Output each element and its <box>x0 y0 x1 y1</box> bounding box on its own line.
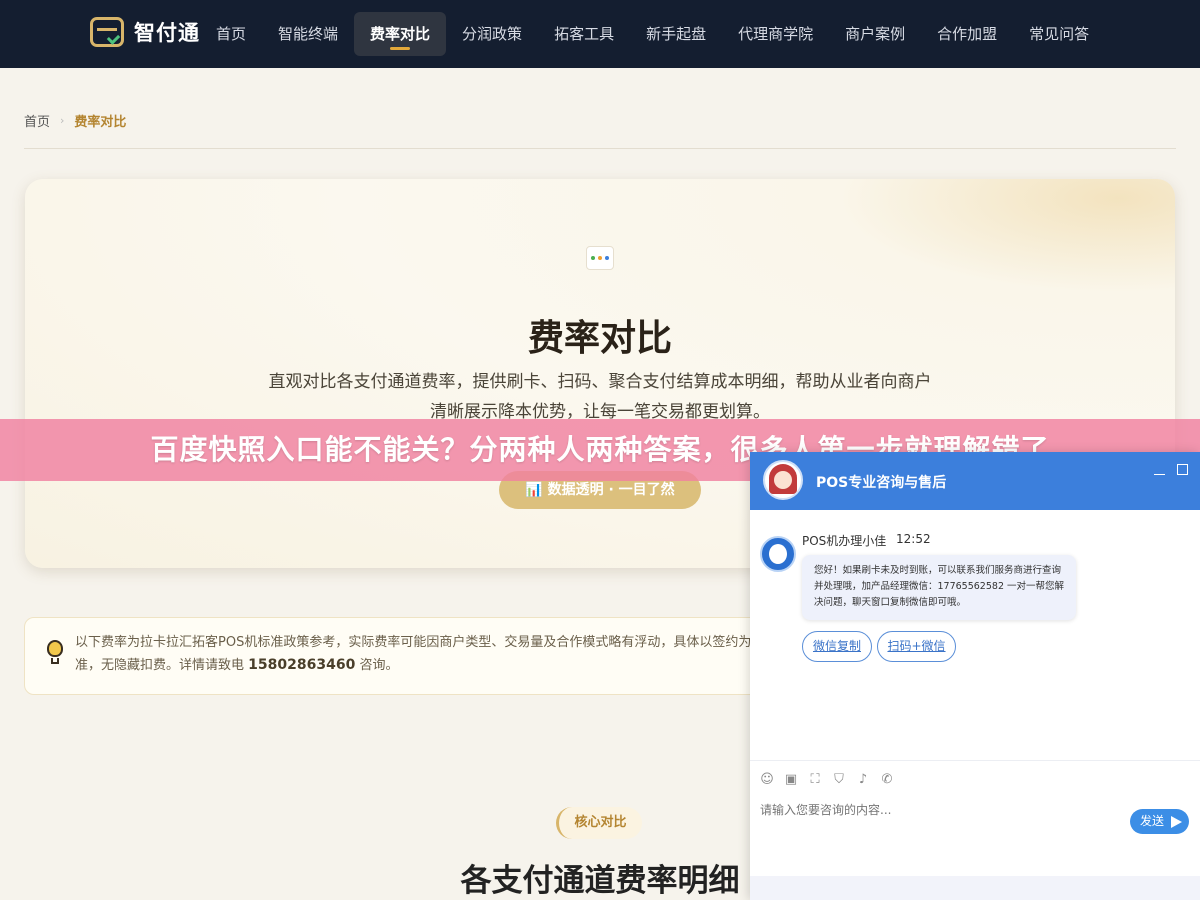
breadcrumb-home[interactable]: 首页 <box>24 111 50 130</box>
dots-icon <box>586 246 614 270</box>
wallet-icon <box>90 17 124 47</box>
chat-widget: POS专业咨询与售后 POS机办理小佳 12:52 您好！如果刷卡未及时到账，可… <box>750 452 1200 900</box>
window-controls <box>1154 464 1188 475</box>
emoji-icon[interactable]: ☺ <box>760 772 774 787</box>
nav-item-terminal[interactable]: 智能终端 <box>262 12 354 56</box>
top-nav: 智付通 首页 智能终端 费率对比 分润政策 拓客工具 新手起盘 代理商学院 商户… <box>0 0 1200 68</box>
nav-item-beginner[interactable]: 新手起盘 <box>630 12 722 56</box>
page-title: 费率对比 <box>527 318 672 359</box>
notice-phone[interactable]: 15802863460 <box>248 657 355 673</box>
copy-wechat-button[interactable]: 微信复制 <box>802 631 872 662</box>
hero-description: 直观对比各支付通道费率，提供刷卡、扫码、聚合支付结算成本明细，帮助从业者向商户 … <box>245 367 955 427</box>
notice-body: 以下费率为拉卡拉汇拓客POS机标准政策参考，实际费率可能因商户类型、交易量及合作… <box>75 635 752 673</box>
chat-toolbar: ☺ ▣ ⛶ ⛉ ♪ ✆ <box>750 760 1200 798</box>
send-button[interactable]: 发送 <box>1130 809 1189 834</box>
minimize-icon[interactable] <box>1154 464 1165 475</box>
notice-text: 以下费率为拉卡拉汇拓客POS机标准政策参考，实际费率可能因商户类型、交易量及合作… <box>75 632 765 678</box>
nav-item-faq[interactable]: 常见问答 <box>1013 12 1105 56</box>
logo-text: 智付通 <box>134 21 200 45</box>
service-avatar <box>763 460 803 500</box>
chat-input[interactable] <box>760 800 1110 820</box>
nav-item-rates[interactable]: 费率对比 <box>354 12 447 56</box>
nav-item-join[interactable]: 合作加盟 <box>921 12 1013 56</box>
chat-header: POS专业咨询与售后 <box>750 452 1200 510</box>
breadcrumb-current: 费率对比 <box>74 115 127 130</box>
wechat-icon[interactable]: ✆ <box>880 772 894 787</box>
shield-icon[interactable]: ⛉ <box>832 772 846 787</box>
chevron-right-icon: › <box>60 114 65 127</box>
volume-icon[interactable]: ♪ <box>856 772 870 787</box>
section-tag: 核心对比 <box>556 807 642 839</box>
nav-item-academy[interactable]: 代理商学院 <box>722 12 829 56</box>
message-time: 12:52 <box>896 532 931 546</box>
nav-item-home[interactable]: 首页 <box>200 12 262 56</box>
scan-wechat-button[interactable]: 扫码+微信 <box>877 631 956 662</box>
divider <box>24 148 1176 149</box>
breadcrumb: 首页 › 费率对比 <box>24 111 126 130</box>
maximize-icon[interactable] <box>1177 464 1188 475</box>
nav-menu: 首页 智能终端 费率对比 分润政策 拓客工具 新手起盘 代理商学院 商户案例 合… <box>200 12 1105 56</box>
message-bubble: 您好！如果刷卡未及时到账，可以联系我们服务商进行查询并处理哦，加产品经理微信：1… <box>802 555 1076 620</box>
agent-avatar <box>760 536 796 572</box>
nav-item-cases[interactable]: 商户案例 <box>829 12 921 56</box>
screenshot-icon[interactable]: ⛶ <box>808 772 822 787</box>
notice-suffix: 咨询。 <box>359 658 399 673</box>
nav-item-tools[interactable]: 拓客工具 <box>538 12 630 56</box>
image-icon[interactable]: ▣ <box>784 772 798 787</box>
nav-item-profit-policy[interactable]: 分润政策 <box>446 12 538 56</box>
agent-name: POS机办理小佳 <box>802 534 887 548</box>
logo[interactable]: 智付通 <box>90 17 200 47</box>
chat-title: POS专业咨询与售后 <box>816 475 947 491</box>
lightbulb-icon <box>47 640 63 666</box>
chat-footer <box>750 876 1200 900</box>
hero-desc-line-1: 直观对比各支付通道费率，提供刷卡、扫码、聚合支付结算成本明细，帮助从业者向商户 <box>268 372 932 392</box>
